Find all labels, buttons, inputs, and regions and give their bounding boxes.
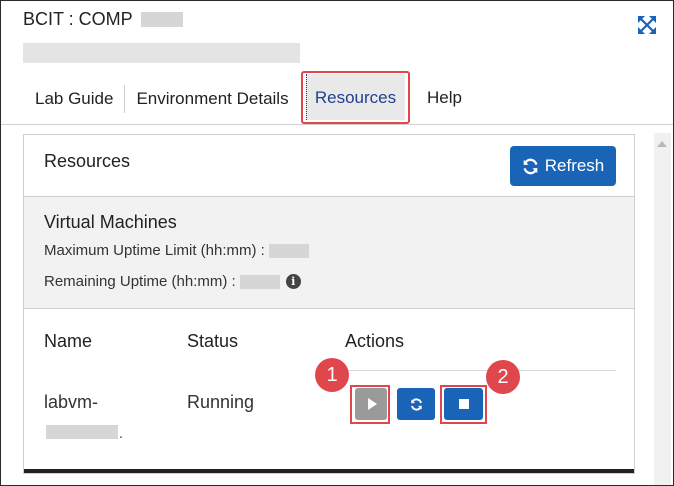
lab-title-text: BCIT : COMP [23, 9, 133, 29]
refresh-icon [523, 158, 538, 174]
play-icon [367, 398, 377, 410]
redacted-vm-name [46, 425, 118, 439]
tab-lab-guide[interactable]: Lab Guide [23, 85, 126, 113]
vm-status: Running [187, 392, 255, 412]
panel-bottom-border [24, 469, 634, 473]
panel-title: Resources [44, 151, 131, 171]
restart-icon [410, 397, 422, 411]
refresh-button[interactable]: Refresh [510, 146, 616, 186]
column-header-status: Status [187, 331, 239, 351]
remaining-uptime-row: Remaining Uptime (hh:mm) : i [44, 273, 301, 290]
virtual-machines-section: Virtual Machines Maximum Uptime Limit (h… [24, 197, 634, 309]
column-header-name: Name [44, 331, 93, 351]
redacted-max-uptime [268, 243, 309, 258]
column-header-actions: Actions [345, 331, 405, 351]
max-uptime-row: Maximum Uptime Limit (hh:mm) : [44, 242, 309, 259]
scrollbar[interactable] [654, 133, 671, 485]
vm-name-suffix: . [119, 425, 123, 441]
tab-resources-label[interactable]: Resources [306, 84, 405, 112]
vm-name: labvm- [44, 392, 99, 412]
restart-vm-button[interactable] [397, 388, 435, 420]
start-vm-button[interactable] [355, 388, 387, 420]
stop-vm-button[interactable] [444, 388, 483, 420]
refresh-label: Refresh [544, 156, 605, 175]
redacted-course-number [140, 12, 183, 27]
callout-2: 2 [486, 360, 520, 394]
tab-help[interactable]: Help [427, 84, 462, 112]
lab-window: BCIT : COMP Lab Guide Environment Detail… [0, 0, 674, 486]
info-icon[interactable]: i [285, 274, 301, 289]
max-uptime-label: Maximum Uptime Limit (hh:mm) : [44, 242, 265, 259]
resources-panel: Resources Refresh Virtual Machines Maxim… [23, 134, 635, 474]
panel-header: Resources Refresh [24, 135, 634, 197]
tab-environment-details[interactable]: Environment Details [125, 85, 299, 113]
vm-section-title: Virtual Machines [44, 212, 177, 232]
redacted-remaining-uptime [239, 274, 280, 289]
remaining-uptime-label: Remaining Uptime (hh:mm) : [44, 273, 236, 290]
tab-bar: Lab Guide Environment Details [23, 85, 300, 113]
callout-1: 1 [315, 358, 349, 392]
table-divider [344, 370, 616, 371]
tab-divider [1, 124, 673, 125]
redacted-subtitle [23, 43, 300, 63]
lab-title: BCIT : COMP [23, 9, 183, 30]
scroll-up-arrow-icon[interactable] [657, 141, 667, 147]
expand-icon[interactable] [637, 15, 657, 35]
stop-icon [458, 399, 469, 409]
